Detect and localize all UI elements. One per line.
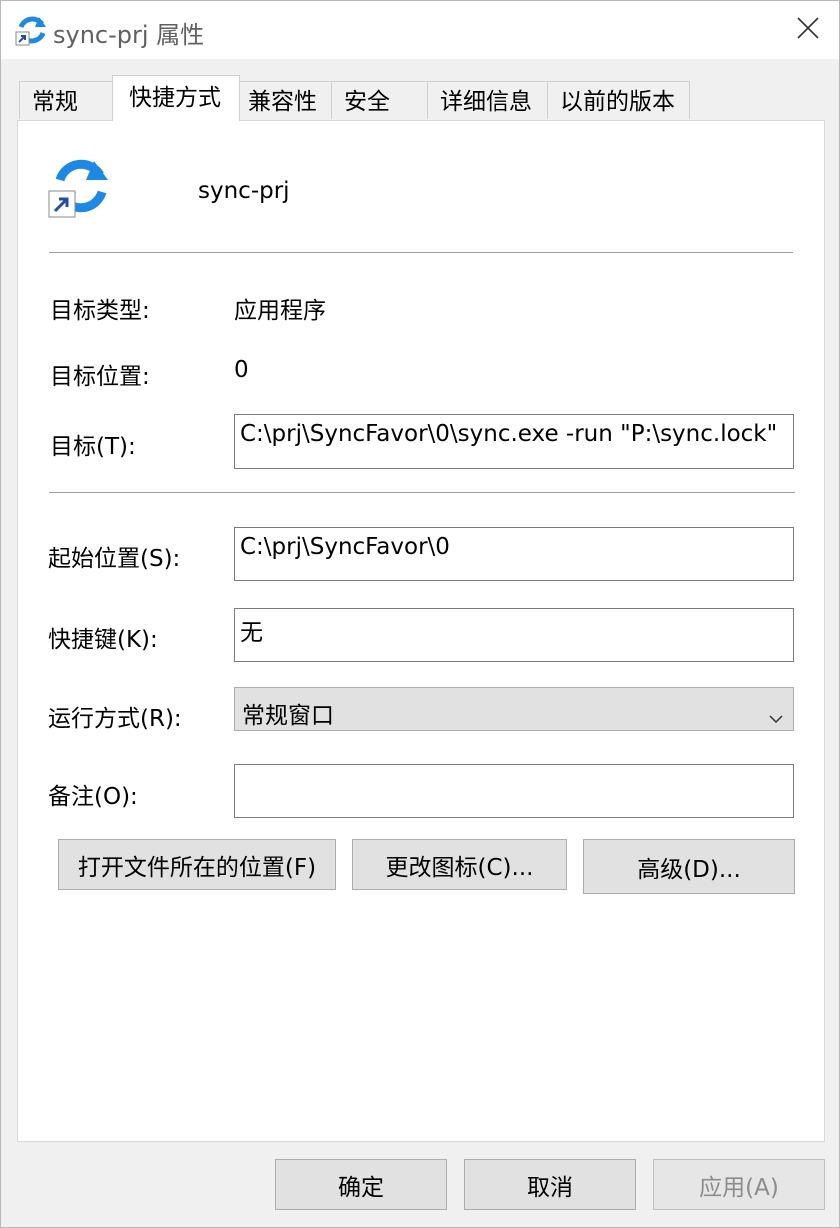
target-label: 目标(T): — [50, 434, 136, 460]
divider — [49, 252, 793, 253]
tab-compatibility[interactable]: 兼容性 — [239, 81, 332, 119]
sync-arrows-icon — [48, 153, 114, 219]
tab-details[interactable]: 详细信息 — [427, 81, 548, 119]
comment-label: 备注(O): — [48, 784, 138, 810]
target-field[interactable]: C:\prj\SyncFavor\0\sync.exe -run "P:\syn… — [234, 414, 794, 469]
hotkey-field[interactable]: 无 — [234, 608, 794, 662]
shortcut-panel: sync-prj 目标类型: 应用程序 目标位置: 0 目标(T): C:\pr… — [17, 120, 825, 1142]
shortcut-arrow-icon — [48, 190, 76, 218]
run-label: 运行方式(R): — [48, 706, 182, 732]
target-type-value: 应用程序 — [234, 298, 326, 324]
change-icon-button[interactable]: 更改图标(C)... — [352, 839, 567, 890]
apply-button[interactable]: 应用(A) — [653, 1159, 825, 1210]
window-title: sync-prj 属性 — [53, 21, 205, 49]
cancel-button[interactable]: 取消 — [464, 1159, 636, 1210]
tab-security[interactable]: 安全 — [331, 81, 428, 119]
start-in-label: 起始位置(S): — [48, 546, 181, 572]
comment-field[interactable] — [234, 764, 794, 818]
advanced-button[interactable]: 高级(D)... — [583, 839, 795, 894]
title-bar: sync-prj 属性 — [1, 1, 839, 59]
divider — [49, 492, 795, 493]
close-button[interactable] — [777, 1, 839, 59]
hotkey-label: 快捷键(K): — [48, 627, 158, 653]
run-select[interactable]: 常规窗口 — [234, 687, 794, 731]
target-location-label: 目标位置: — [50, 364, 150, 390]
run-select-value: 常规窗口 — [242, 703, 334, 729]
chevron-down-icon — [769, 704, 783, 730]
shortcut-name: sync-prj — [198, 178, 290, 204]
target-type-label: 目标类型: — [50, 298, 150, 324]
tab-shortcut[interactable]: 快捷方式 — [112, 75, 240, 121]
properties-dialog: sync-prj 属性 常规 快捷方式 兼容性 安全 详细信息 以前的版本 sy… — [0, 0, 840, 1228]
tab-previous-versions[interactable]: 以前的版本 — [547, 81, 690, 119]
tab-general[interactable]: 常规 — [19, 81, 113, 119]
open-file-location-button[interactable]: 打开文件所在的位置(F) — [58, 839, 336, 890]
start-in-field[interactable]: C:\prj\SyncFavor\0 — [234, 527, 794, 581]
ok-button[interactable]: 确定 — [275, 1159, 447, 1210]
target-location-value: 0 — [234, 357, 249, 383]
sync-arrows-icon — [15, 13, 49, 47]
close-icon — [797, 17, 819, 43]
